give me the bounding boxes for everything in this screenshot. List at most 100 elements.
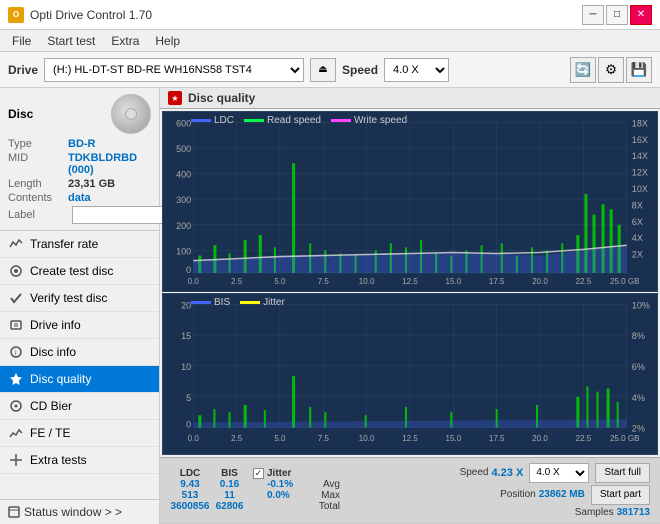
legend-bis: BIS <box>191 297 230 308</box>
chart1: LDC Read speed Write speed <box>162 111 658 292</box>
nav-disc-info-label: Disc info <box>30 345 76 359</box>
menu-help[interactable]: Help <box>147 32 188 50</box>
svg-text:17.5: 17.5 <box>489 434 505 443</box>
nav-extra-tests[interactable]: Extra tests <box>0 447 159 474</box>
settings-button[interactable]: ⚙ <box>598 57 624 83</box>
nav-drive-info-label: Drive info <box>30 318 81 332</box>
disc-section-title: Disc <box>8 107 33 121</box>
speed-dropdown[interactable]: 4.0 X <box>529 463 589 483</box>
chart2: BIS Jitter <box>162 293 658 454</box>
nav-verify-test-disc-label: Verify test disc <box>30 291 107 305</box>
svg-text:2X: 2X <box>632 250 643 260</box>
start-part-button[interactable]: Start part <box>591 485 650 505</box>
legend-writespeed: Write speed <box>331 115 407 126</box>
svg-text:12.5: 12.5 <box>402 277 418 286</box>
jitter-avg-val: -0.1% <box>253 479 293 490</box>
svg-text:500: 500 <box>176 144 191 154</box>
ldc-total-val: 3600856 <box>171 501 210 512</box>
menu-starttest[interactable]: Start test <box>39 32 103 50</box>
svg-text:22.5: 22.5 <box>576 434 592 443</box>
close-button[interactable]: ✕ <box>630 5 652 25</box>
label-key: Label <box>8 209 68 221</box>
legend-jitter: Jitter <box>240 297 285 308</box>
svg-text:10%: 10% <box>632 301 650 311</box>
nav-create-test-disc[interactable]: Create test disc <box>0 258 159 285</box>
legend-readspeed-label: Read speed <box>267 115 321 126</box>
svg-text:20.0: 20.0 <box>532 434 548 443</box>
svg-text:2.5: 2.5 <box>231 434 243 443</box>
svg-text:4%: 4% <box>632 393 645 403</box>
nav-transfer-rate[interactable]: Transfer rate <box>0 231 159 258</box>
nav-disc-info[interactable]: i Disc info <box>0 339 159 366</box>
status-window-label: Status window > > <box>24 505 122 519</box>
disc-quality-header-icon: ★ <box>168 91 182 105</box>
svg-text:2%: 2% <box>632 424 645 434</box>
svg-text:5: 5 <box>186 393 191 403</box>
nav-disc-quality-label: Disc quality <box>30 372 91 386</box>
disc-info-table: Type BD-R MID TDKBLDRBD (000) Length 23,… <box>8 138 151 224</box>
svg-text:10.0: 10.0 <box>359 434 375 443</box>
disc-quality-title: Disc quality <box>188 91 255 105</box>
svg-text:0: 0 <box>186 420 191 430</box>
svg-text:25.0 GB: 25.0 GB <box>610 434 640 443</box>
svg-text:12X: 12X <box>632 167 648 177</box>
save-button[interactable]: 💾 <box>626 57 652 83</box>
svg-text:15.0: 15.0 <box>446 277 462 286</box>
nav-fe-te[interactable]: FE / TE <box>0 420 159 447</box>
svg-text:10.0: 10.0 <box>359 277 375 286</box>
svg-text:16X: 16X <box>632 135 648 145</box>
nav-transfer-rate-label: Transfer rate <box>30 237 98 251</box>
maximize-button[interactable]: □ <box>606 5 628 25</box>
svg-text:14X: 14X <box>632 151 648 161</box>
legend-readspeed-color <box>244 119 264 122</box>
svg-text:i: i <box>15 350 17 357</box>
fe-te-icon <box>8 425 24 441</box>
drive-info-icon <box>8 317 24 333</box>
legend-writespeed-color <box>331 119 351 122</box>
nav-create-test-disc-label: Create test disc <box>30 264 113 278</box>
jitter-max-val: 0.0% <box>253 490 290 501</box>
drive-select[interactable]: (H:) HL-DT-ST BD-RE WH16NS58 TST4 <box>44 58 304 82</box>
ldc-max-val: 513 <box>182 490 199 501</box>
status-window-icon <box>8 506 20 518</box>
svg-text:4X: 4X <box>632 233 643 243</box>
legend-ldc: LDC <box>191 115 234 126</box>
jitter-checkbox[interactable]: ✓ <box>253 468 264 479</box>
minimize-button[interactable]: ─ <box>582 5 604 25</box>
app-icon: O <box>8 7 24 23</box>
svg-text:6X: 6X <box>632 217 643 227</box>
svg-text:0: 0 <box>186 265 191 275</box>
disc-section: Disc Type BD-R MID TDKBLDRBD (000) Lengt… <box>0 88 159 231</box>
start-full-button[interactable]: Start full <box>595 463 650 483</box>
create-test-disc-icon <box>8 263 24 279</box>
ldc-header: LDC <box>180 468 201 479</box>
nav-drive-info[interactable]: Drive info <box>0 312 159 339</box>
svg-text:100: 100 <box>176 246 191 256</box>
status-window-button[interactable]: Status window > > <box>0 499 159 524</box>
legend-bis-color <box>191 301 211 304</box>
titlebar: O Opti Drive Control 1.70 ─ □ ✕ <box>0 0 660 30</box>
nav-disc-quality[interactable]: Disc quality <box>0 366 159 393</box>
disc-quality-header: ★ Disc quality <box>160 88 660 109</box>
drive-label: Drive <box>8 63 38 77</box>
speed-select[interactable]: 4.0 X <box>384 58 449 82</box>
refresh-button[interactable]: 🔄 <box>570 57 596 83</box>
menu-extra[interactable]: Extra <box>103 32 147 50</box>
nav-verify-test-disc[interactable]: Verify test disc <box>0 285 159 312</box>
transfer-rate-icon <box>8 236 24 252</box>
jitter-header: Jitter <box>267 468 291 479</box>
legend-jitter-label: Jitter <box>263 297 285 308</box>
svg-text:400: 400 <box>176 170 191 180</box>
menu-file[interactable]: File <box>4 32 39 50</box>
sidebar: Disc Type BD-R MID TDKBLDRBD (000) Lengt… <box>0 88 160 524</box>
eject-button[interactable]: ⏏ <box>310 58 336 82</box>
charts-area: LDC Read speed Write speed <box>160 109 660 457</box>
nav-items: Transfer rate Create test disc Verify te… <box>0 231 159 499</box>
legend-writespeed-label: Write speed <box>354 115 407 126</box>
nav-cd-bier[interactable]: CD Bier <box>0 393 159 420</box>
svg-text:10: 10 <box>181 362 191 372</box>
chart2-svg: 20 15 10 5 0 10% 8% 6% 4% 2% 0.0 2.5 <box>163 294 657 453</box>
length-key: Length <box>8 178 68 190</box>
samples-label: Samples <box>575 507 614 518</box>
type-value: BD-R <box>68 138 96 150</box>
